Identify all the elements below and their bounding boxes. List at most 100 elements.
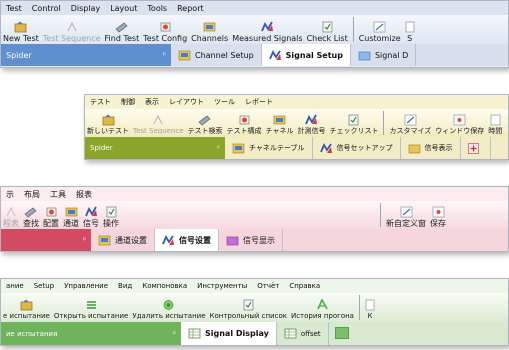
save-window-button[interactable]: ウィンドウ保存 bbox=[433, 113, 486, 137]
test-sequence-button[interactable]: 程表 bbox=[1, 205, 21, 229]
menu-report[interactable]: レポート bbox=[240, 97, 278, 107]
menu-layout[interactable]: Компоновка bbox=[137, 282, 192, 290]
test-config-button[interactable]: 配置 bbox=[41, 205, 61, 229]
menu-test[interactable]: Test bbox=[1, 4, 27, 13]
menu-control[interactable]: Control bbox=[27, 4, 66, 13]
new-test-button[interactable]: 新しいテスト bbox=[85, 113, 131, 137]
find-test-button[interactable]: 查找 bbox=[21, 205, 41, 229]
offset-icon bbox=[284, 328, 297, 339]
menu-report[interactable]: 报表 bbox=[71, 189, 97, 200]
toolbar-separator bbox=[380, 203, 381, 227]
signal-display-icon bbox=[226, 235, 239, 246]
test-sequence-button[interactable]: Test Sequence bbox=[131, 113, 186, 137]
tab-signal-setup[interactable]: 信号设置 bbox=[155, 229, 219, 251]
pin-icon[interactable]: ᵖ bbox=[163, 51, 166, 59]
tab-signal-display[interactable]: Signal D bbox=[351, 44, 417, 66]
menu-tools[interactable]: ツール bbox=[209, 97, 240, 107]
menu-help[interactable]: Справка bbox=[284, 282, 325, 290]
panel-header[interactable]: ие испытания ᵖ bbox=[1, 322, 181, 345]
menu-bar: 示 布局 工具 报表 bbox=[1, 187, 508, 201]
channels-button[interactable]: Channels bbox=[189, 20, 230, 44]
menu-tools[interactable]: 工具 bbox=[45, 189, 71, 200]
signal-setup-icon bbox=[268, 49, 282, 61]
panel-header[interactable]: ᵖ bbox=[1, 229, 91, 251]
spider-panel-header[interactable]: Spider ᵖ bbox=[85, 137, 225, 159]
tab-row: ᵖ 通道设置 信号设置 信号显示 bbox=[1, 229, 508, 251]
new-test-button[interactable]: е испытание bbox=[1, 298, 52, 322]
measured-signals-button[interactable]: 信号 bbox=[81, 205, 101, 229]
menu-tools[interactable]: Инструменты bbox=[192, 282, 252, 290]
customize-button[interactable]: カスタマイズ bbox=[387, 113, 433, 137]
find-test-icon bbox=[198, 113, 212, 126]
menu-view[interactable]: Вид bbox=[113, 282, 137, 290]
menu-bar: テスト 制御 表示 レイアウト ツール レポート bbox=[85, 95, 508, 109]
tab-add[interactable] bbox=[461, 137, 491, 159]
new-test-icon bbox=[102, 113, 115, 126]
menu-tools[interactable]: Tools bbox=[142, 4, 172, 13]
check-list-button[interactable]: Check List bbox=[305, 20, 350, 44]
test-sequence-icon bbox=[5, 205, 17, 218]
menu-display[interactable]: 表示 bbox=[140, 97, 164, 107]
menu-control[interactable]: 制御 bbox=[116, 97, 140, 107]
pin-icon[interactable]: ᵖ bbox=[83, 236, 86, 244]
menu-test[interactable]: ание bbox=[1, 282, 29, 290]
panel-title: Spider bbox=[90, 144, 113, 152]
menu-layout[interactable]: レイアウト bbox=[164, 97, 209, 107]
test-sequence-button[interactable]: Test Sequence bbox=[41, 20, 103, 44]
measured-signals-icon bbox=[305, 113, 318, 126]
measured-signals-button[interactable]: Measured Signals bbox=[230, 20, 304, 44]
toolbar-separator bbox=[352, 17, 354, 42]
menu-layout[interactable]: Layout bbox=[105, 4, 142, 13]
measured-signals-icon bbox=[84, 205, 98, 218]
test-config-button[interactable]: テスト構成 bbox=[225, 113, 264, 137]
tab-channel-table[interactable]: チャネルテーブル bbox=[225, 137, 313, 159]
measured-signals-button[interactable]: 計測信号 bbox=[295, 113, 327, 137]
time-button[interactable]: 時間 bbox=[486, 113, 504, 137]
tab-signal-display[interactable]: Signal Display bbox=[181, 322, 277, 345]
customize-button[interactable]: 新自定义窗 bbox=[384, 205, 428, 229]
tab-signal-setup[interactable]: Signal Setup bbox=[261, 44, 351, 66]
check-list-button[interactable]: 操作 bbox=[101, 205, 121, 229]
tab-signal-setup[interactable]: 信号セットアップ bbox=[313, 137, 401, 159]
toolbar-separator bbox=[358, 295, 360, 320]
spider-panel-header[interactable]: Spider ᵖ bbox=[1, 44, 171, 66]
check-list-button[interactable]: Контрольный список bbox=[208, 298, 289, 322]
channels-icon bbox=[203, 20, 216, 33]
delete-test-button[interactable]: Удалить испытание bbox=[130, 298, 207, 322]
tab-channel-setup[interactable]: 通道设置 bbox=[91, 229, 155, 251]
menu-layout[interactable]: 布局 bbox=[19, 189, 45, 200]
tab-offset[interactable]: offset bbox=[277, 322, 329, 345]
tab-signal-display[interactable]: 信号显示 bbox=[219, 229, 283, 251]
menu-test[interactable]: テスト bbox=[85, 97, 116, 107]
channels-button[interactable]: 通道 bbox=[61, 205, 81, 229]
open-test-button[interactable]: Открыть испытание bbox=[52, 298, 131, 322]
menu-display[interactable]: Display bbox=[66, 4, 106, 13]
menu-setup[interactable]: Setup bbox=[29, 282, 59, 290]
check-list-button[interactable]: チェックリスト bbox=[327, 113, 380, 137]
tab-channel-setup[interactable]: Channel Setup bbox=[171, 44, 262, 66]
save-button[interactable]: 保存 bbox=[428, 205, 448, 229]
test-config-button[interactable]: Test Config bbox=[141, 20, 189, 44]
menu-bar: Test Control Display Layout Tools Report bbox=[1, 1, 508, 15]
save-button[interactable]: S bbox=[403, 20, 417, 44]
find-test-button[interactable]: テスト検索 bbox=[186, 113, 225, 137]
customize-button[interactable]: Customize bbox=[357, 20, 403, 44]
find-test-button[interactable]: Find Test bbox=[103, 20, 142, 44]
more-button[interactable]: К bbox=[363, 298, 377, 322]
tab-signal-display[interactable]: 信号表示 bbox=[401, 137, 461, 159]
menu-display[interactable]: 示 bbox=[1, 189, 19, 200]
customize-icon bbox=[373, 20, 386, 33]
japanese-toolbar-strip: テスト 制御 表示 レイアウト ツール レポート 新しいテスト Test Seq… bbox=[84, 94, 509, 160]
channels-button[interactable]: チャネル bbox=[264, 113, 296, 137]
run-history-button[interactable]: История прогона bbox=[289, 298, 356, 322]
new-test-button[interactable]: New Test bbox=[1, 20, 41, 44]
menu-report[interactable]: Отчёт bbox=[252, 282, 284, 290]
pin-icon[interactable]: ᵖ bbox=[173, 330, 176, 338]
signal-display-icon bbox=[408, 143, 421, 154]
tab-overflow-button[interactable] bbox=[334, 327, 349, 339]
menu-control[interactable]: Управление bbox=[59, 282, 113, 290]
customize-icon bbox=[400, 205, 413, 218]
run-history-icon bbox=[316, 298, 329, 311]
menu-report[interactable]: Report bbox=[172, 4, 209, 13]
pin-icon[interactable]: ᵖ bbox=[217, 144, 220, 152]
